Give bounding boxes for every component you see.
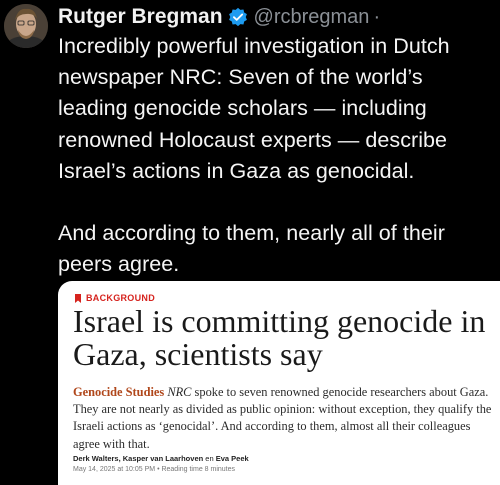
tweet-text: Incredibly powerful investigation in Dut… [58,31,498,280]
header-separator: · [373,5,381,28]
article-card[interactable]: BACKGROUND Israel is committing genocide… [58,281,500,485]
article-kicker: BACKGROUND [75,293,155,303]
author-handle[interactable]: @rcbregman [254,6,370,29]
article-meta: May 14, 2025 at 10:05 PM • Reading time … [73,466,235,473]
lead-brand: Genocide Studies [73,385,165,399]
avatar[interactable] [4,4,48,48]
avatar-image [4,4,48,48]
author-join: en [205,454,214,463]
tweet-paragraph-1: Incredibly powerful investigation in Dut… [58,34,450,183]
article-date: May 14, 2025 at 10:05 PM [73,466,156,473]
kicker-label: BACKGROUND [86,293,155,303]
article-headline[interactable]: Israel is committing genocide in Gaza, s… [73,305,498,371]
verified-badge-icon [228,7,247,27]
author-name-last[interactable]: Eva Peek [216,454,249,463]
bookmark-icon [75,293,81,303]
article-lead: Genocide Studies NRC spoke to seven reno… [73,384,498,453]
reading-time: Reading time 8 minutes [161,466,236,473]
article-authors: Derk Walters, Kasper van Laarhoven en Ev… [73,454,249,463]
author-names[interactable]: Derk Walters, Kasper van Laarhoven [73,454,203,463]
lead-nrc: NRC [167,385,192,399]
meta-separator: • [157,466,160,473]
tweet-header: Rutger Bregman @rcbregman · [58,4,380,30]
author-name[interactable]: Rutger Bregman [58,5,223,29]
tweet-paragraph-2: And according to them, nearly all of the… [58,221,445,277]
